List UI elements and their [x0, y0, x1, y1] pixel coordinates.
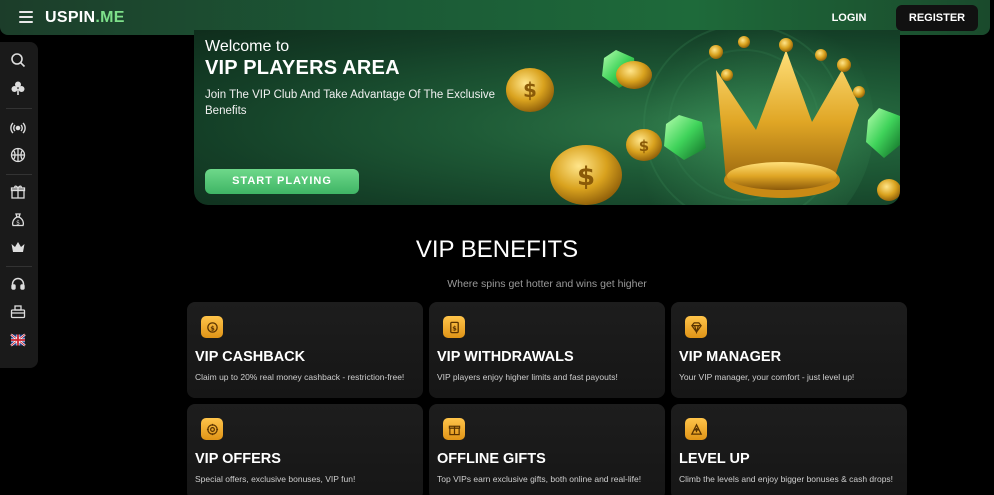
card-description: VIP players enjoy higher limits and fast…: [437, 372, 618, 382]
svg-text:$: $: [577, 162, 595, 192]
crown-coins-illustration: $ $ $: [506, 30, 900, 205]
card-vip-withdrawals[interactable]: $ VIP WITHDRAWALS VIP players enjoy high…: [429, 302, 665, 398]
card-title: VIP WITHDRAWALS: [437, 349, 574, 365]
club-icon[interactable]: [7, 77, 29, 99]
start-playing-button[interactable]: START PLAYING: [205, 169, 359, 194]
svg-text:$: $: [16, 219, 20, 226]
money-bag-icon[interactable]: $: [7, 209, 29, 231]
menu-icon[interactable]: [19, 11, 33, 23]
hero-banner: Welcome to VIP PLAYERS AREA Join The VIP…: [194, 30, 900, 205]
logo-suffix: .ME: [95, 9, 125, 26]
benefits-subtitle: Where spins get hotter and wins get high…: [447, 278, 647, 290]
withdrawal-icon: $: [443, 316, 465, 338]
logo[interactable]: USPIN.ME: [45, 9, 125, 27]
live-icon[interactable]: [7, 117, 29, 139]
svg-text:$: $: [639, 137, 649, 155]
card-title: VIP CASHBACK: [195, 349, 306, 365]
login-button[interactable]: LOGIN: [818, 5, 880, 31]
offers-icon: [201, 418, 223, 440]
card-description: Your VIP manager, your comfort - just le…: [679, 372, 855, 382]
card-title: VIP MANAGER: [679, 349, 782, 365]
card-vip-cashback[interactable]: $ VIP CASHBACK Claim up to 20% real mone…: [187, 302, 423, 398]
card-description: Climb the levels and enjoy bigger bonuse…: [679, 474, 894, 484]
diamond-icon: [685, 316, 707, 338]
register-button[interactable]: REGISTER: [896, 5, 978, 31]
card-description: Special offers, exclusive bonuses, VIP f…: [195, 474, 356, 484]
card-title: LEVEL UP: [679, 451, 750, 467]
hero-title: VIP PLAYERS AREA: [205, 57, 400, 79]
uk-flag-icon[interactable]: [7, 329, 29, 351]
card-vip-manager[interactable]: VIP MANAGER Your VIP manager, your comfo…: [671, 302, 907, 398]
benefits-title: VIP BENEFITS: [415, 236, 579, 263]
cashback-icon: $: [201, 316, 223, 338]
card-description: Claim up to 20% real money cashback - re…: [195, 372, 405, 382]
logo-main: USPIN: [45, 9, 96, 26]
sidebar: $: [0, 42, 38, 368]
gift-icon[interactable]: [7, 181, 29, 203]
card-description: Top VIPs earn exclusive gifts, both onli…: [437, 474, 642, 484]
card-title: VIP OFFERS: [195, 451, 281, 467]
level-up-icon: [685, 418, 707, 440]
card-level-up[interactable]: LEVEL UP Climb the levels and enjoy bigg…: [671, 404, 907, 495]
card-offline-gifts[interactable]: OFFLINE GIFTS Top VIPs earn exclusive gi…: [429, 404, 665, 495]
svg-text:$: $: [452, 324, 457, 332]
gift-box-icon: [443, 418, 465, 440]
basketball-icon[interactable]: [7, 144, 29, 166]
card-title: OFFLINE GIFTS: [437, 451, 546, 467]
svg-text:$: $: [523, 78, 537, 102]
hero-welcome: Welcome to: [205, 38, 290, 55]
hero-subtitle: Join The VIP Club And Take Advantage Of …: [205, 89, 496, 117]
cashier-icon[interactable]: [7, 301, 29, 323]
search-icon[interactable]: [7, 49, 29, 71]
svg-text:$: $: [210, 324, 215, 332]
card-vip-offers[interactable]: VIP OFFERS Special offers, exclusive bon…: [187, 404, 423, 495]
